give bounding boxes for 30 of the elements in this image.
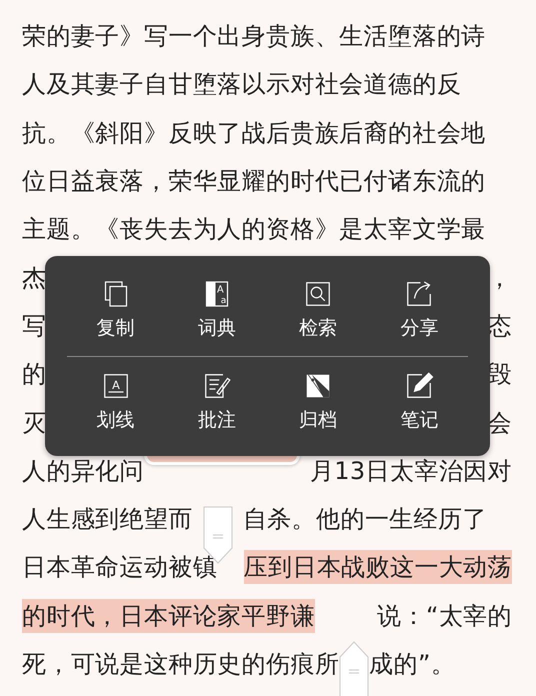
highlighted-text: 的时代，日本评论家平野谦 xyxy=(22,598,315,633)
menu-item[interactable]: 检索 xyxy=(289,274,348,345)
highlighted-text: 压到日本战败这一大动荡 xyxy=(244,550,512,584)
menu-item[interactable]: 归档 xyxy=(289,367,348,438)
text-line: 日本革命运动被镇 xyxy=(22,552,218,584)
text-line: 说：“太宰的 xyxy=(377,600,512,632)
text-line: 自杀。他的一生经历了 xyxy=(242,504,487,536)
text-line: 杰 xyxy=(22,262,46,294)
text-line: 成的”。 xyxy=(369,649,456,680)
text-line: 主题。《丧失去为人的资格》是太宰文学最 xyxy=(22,214,486,246)
menu-item[interactable]: 复制 xyxy=(86,274,145,345)
text-line: 荣的妻子》写一个出身贵族、生活堕落的诗 xyxy=(22,21,486,52)
menu-item[interactable]: A 划线 xyxy=(86,367,145,438)
menu-item[interactable]: A a 词典 xyxy=(188,274,246,345)
text-line: 位日益衰落，荣华显耀的时代已付诸东流的 xyxy=(22,166,486,198)
menu-item[interactable]: 批注 xyxy=(188,367,246,438)
text-line: 人的异化问 xyxy=(22,456,144,487)
text-line: 人及其妻子自甘堕落以示对社会道德的反 xyxy=(22,69,462,100)
text-line: 灭 xyxy=(22,408,46,439)
text-line: 的 xyxy=(22,359,46,390)
menu-item[interactable]: 分享 xyxy=(390,274,448,345)
text-line: 写 xyxy=(22,310,46,342)
text-line: 会 xyxy=(488,408,512,439)
menu-item[interactable]: 笔记 xyxy=(390,367,448,438)
text-line: ， xyxy=(488,262,512,294)
text-line: 死，可说是这种历史的伤痕所 xyxy=(22,649,340,680)
selection-handle[interactable] xyxy=(339,641,370,696)
text-line: 抗。《斜阳》反映了战后贵族后裔的社会地 xyxy=(22,118,486,149)
text-line: 人生感到绝望而 xyxy=(22,504,193,536)
text-line: 月13日太宰治因对 xyxy=(310,456,512,487)
